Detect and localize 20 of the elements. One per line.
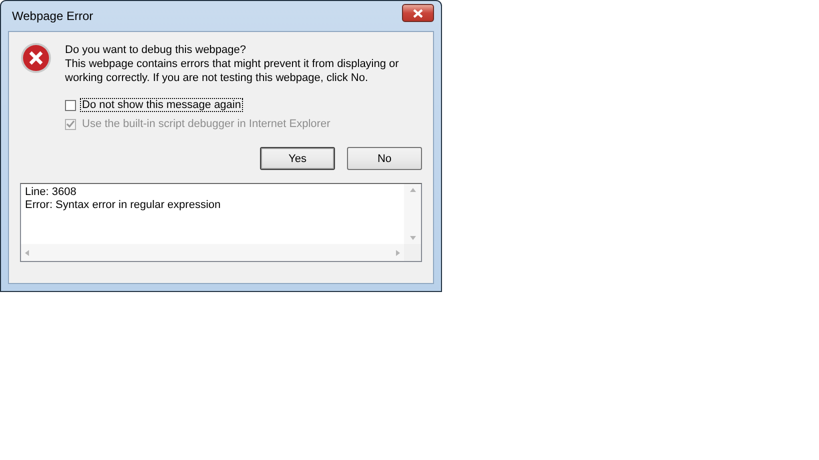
checkbox-label[interactable]: Do not show this message again	[81, 99, 242, 111]
details-line: Error: Syntax error in regular expression	[25, 199, 222, 212]
close-icon	[413, 8, 423, 18]
details-line: Line: 3608	[25, 186, 78, 199]
vertical-scrollbar[interactable]	[404, 184, 421, 244]
yes-button[interactable]: Yes	[260, 147, 335, 170]
error-icon	[20, 42, 52, 74]
window-title: Webpage Error	[11, 9, 94, 23]
horizontal-scrollbar[interactable]	[21, 244, 404, 261]
scroll-left-icon[interactable]	[25, 250, 29, 256]
details-text-area[interactable]: Line: 3608 Error: Syntax error in regular expression	[20, 183, 422, 262]
no-button[interactable]: No	[347, 147, 422, 170]
close-button[interactable]	[402, 4, 434, 22]
message-heading: Do you want to debug this webpage?	[65, 43, 248, 57]
scroll-down-icon[interactable]	[410, 236, 416, 240]
message-text: This webpage contains errors that might prevent it from displaying or working correctly. If you are not testing this webpage, click No.	[65, 57, 400, 85]
checkbox[interactable]	[65, 100, 76, 110]
scroll-up-icon[interactable]	[410, 188, 416, 192]
scroll-right-icon[interactable]	[396, 250, 400, 256]
scrollbar-corner	[404, 244, 421, 261]
